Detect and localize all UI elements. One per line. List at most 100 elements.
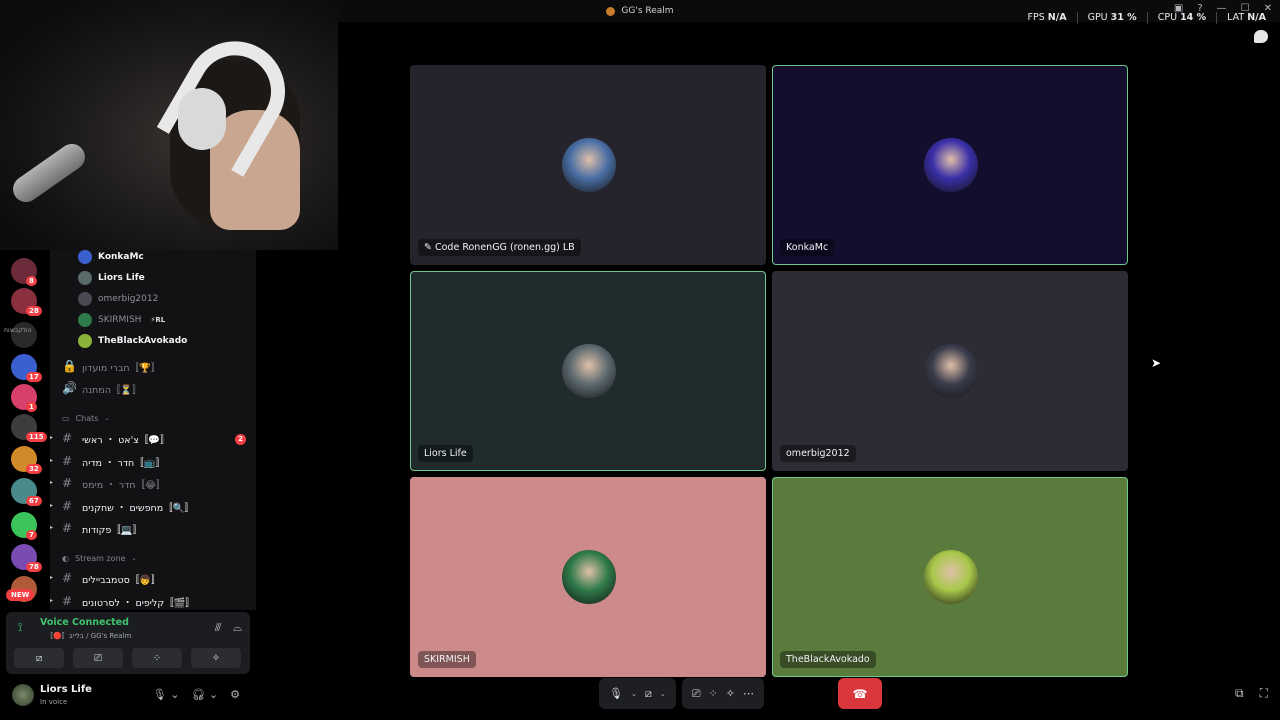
channel-item[interactable]: ▸ # 〚😂〛חדר ・ מימס [50,475,248,493]
hash-icon: # [62,431,73,445]
category-stream-zone[interactable]: ◐ Stream zone ⌄ [62,554,137,563]
channel-name: 〚💬〛צ'אט ・ ראשי [82,435,170,446]
lock-icon: 🔊 [62,381,77,395]
camera-off-button[interactable]: ⧄ [14,648,64,668]
caret-icon: ▸ [50,524,54,531]
unread-badge: 78 [26,562,42,572]
channel-name: 〚😂〛חדר ・ מימס [82,480,166,491]
avatar [562,344,616,398]
channel-name: 〚📺〛חדר ・ מדיה [82,457,166,469]
voice-member[interactable]: TheBlackAvokado [78,334,187,348]
soundboard-icon: ✧ [211,652,221,664]
hash-icon: # [62,521,73,535]
participant-name: ✎ Code RonenGG (ronen.gg) LB [418,239,581,256]
participant-name-text: Liors Life [424,448,467,459]
activities-icon: ⁘ [152,652,162,664]
activities-button[interactable]: ⁘ [132,648,182,668]
noise-suppression-icon[interactable]: ⫻ [215,621,222,635]
video-tile[interactable]: ✎ Code RonenGG (ronen.gg) LB [410,65,766,265]
hash-icon: # [62,593,73,608]
voice-member[interactable]: SKIRMISH ⚡RL [78,313,165,327]
voice-member-name: SKIRMISH [98,315,142,325]
chevron-down-icon[interactable]: ⌄ [631,690,637,698]
voice-member[interactable]: omerbig2012 [78,292,158,306]
disconnect-icon[interactable]: ⌓ [233,621,242,635]
mic-toggle[interactable]: 🎙︎ ⌄ ⧄ ⌄ [599,678,676,709]
participant-name: SKIRMISH [418,651,476,668]
headphones-icon[interactable]: 🎧︎ ⌄ [191,688,218,701]
participant-name-text: SKIRMISH [424,654,470,665]
channel-item[interactable]: ▸ # 〚🔍〛מחפשים ・ שחקנים [50,498,248,516]
performance-overlay: FPS N/A GPU 31 % CPU 14 % LAT N/A [1028,12,1266,24]
channel-item[interactable]: ▸ # 〚📺〛חדר ・ מדיה [50,453,248,471]
chat-icon[interactable] [1254,30,1268,43]
soundboard-icon[interactable]: ✧ [726,687,735,700]
camera-off-icon[interactable]: ⧄ [645,687,652,701]
channel-item[interactable]: 🔊 〚⏳〛המתנה [58,380,248,398]
unread-badge: 67 [26,496,42,506]
voice-status[interactable]: Voice Connected [40,617,129,628]
voice-member[interactable]: Liors Life [78,271,145,285]
avatar [924,550,978,604]
video-tile[interactable]: TheBlackAvokado [772,477,1128,677]
mic-icon: 🎙︎ [609,687,623,700]
channel-item[interactable]: ▸ # 〚👦〛סטמבביילים [50,570,248,588]
perf-fps: FPS N/A [1027,12,1067,23]
avatar[interactable] [12,684,34,706]
video-tile[interactable]: Liors Life [410,271,766,471]
username[interactable]: Liors Life [40,684,92,695]
video-tile[interactable]: omerbig2012 [772,271,1128,471]
caret-icon: ▸ [50,456,54,464]
screen-share-button[interactable]: ⎚ [73,648,123,668]
channel-name: 〚👦〛סטמבביילים [82,575,161,586]
mention-badge: 2 [235,434,246,445]
channel-item[interactable]: ▸ # 〚🎬〛קליפים ・ לסרטונים [50,593,248,611]
channel-name: 〚🎬〛קליפים ・ לסרטונים [82,597,195,609]
channel-item[interactable]: ▸ # 〚💻〛פקודות [50,520,248,538]
chat-category-icon: ▭ [62,414,70,423]
chevron-down-icon[interactable]: ⌄ [660,690,666,698]
video-tile[interactable]: SKIRMISH [410,477,766,677]
microphone-image [7,138,91,208]
server-icon[interactable] [11,322,37,348]
new-badge[interactable]: NEW [6,589,35,601]
avatar [924,138,978,192]
webcam-overlay [0,0,338,250]
camera-off-icon: ⧄ [35,652,43,664]
more-options-icon[interactable]: ⋯ [743,687,754,700]
fullscreen-icon[interactable]: ⛶ [1260,686,1268,701]
server-label: הולקבוצות [4,327,32,334]
popout-icon[interactable]: ⧉ [1235,686,1244,701]
user-panel: Liors Life In voice 🎙︎ ⌄ 🎧︎ ⌄ ⚙ [6,678,250,714]
voice-member-name: KonkaMc [98,252,144,262]
channel-item[interactable]: ▸ # 〚💬〛צ'אט ・ ראשי 2 [50,430,248,448]
mic-icon[interactable]: 🎙︎ ⌄ [153,688,180,701]
hash-icon: # [62,571,73,585]
signal-icon[interactable]: ⟟ [18,620,22,635]
settings-gear-icon[interactable]: ⚙ [230,688,240,701]
caret-icon: ▸ [50,574,54,581]
channel-item[interactable]: 🔒 〚🏆〛חברי מועדון [58,358,248,376]
avatar [78,271,92,285]
unread-badge: 8 [26,276,37,286]
category-chats[interactable]: ▭ Chats ⌄ [62,414,109,423]
hash-icon: # [62,498,73,513]
participant-name-text: TheBlackAvokado [786,654,870,665]
avatar [924,344,978,398]
video-tile[interactable]: KonkaMc [772,65,1128,265]
soundboard-button[interactable]: ✧ [191,648,241,668]
voice-member-name: Liors Life [98,273,145,283]
unread-badge: 32 [26,464,42,474]
participant-name-text: omerbig2012 [786,448,850,459]
user-status: In voice [40,698,68,706]
participant-name: TheBlackAvokado [780,651,876,668]
screen-share-icon[interactable]: ⎚ [692,687,701,701]
perf-lat: LAT N/A [1227,12,1266,23]
headphone-earcup [178,88,226,150]
participant-name: KonkaMc [780,239,835,256]
voice-member[interactable]: KonkaMc [78,250,144,264]
disconnect-call-button[interactable]: ☎ [838,678,882,709]
voice-channel-name[interactable]: 〚🔴〛בלייב / GG's Realm [46,631,131,641]
activities-icon[interactable]: ⁘ [709,687,718,700]
avatar [78,334,92,348]
